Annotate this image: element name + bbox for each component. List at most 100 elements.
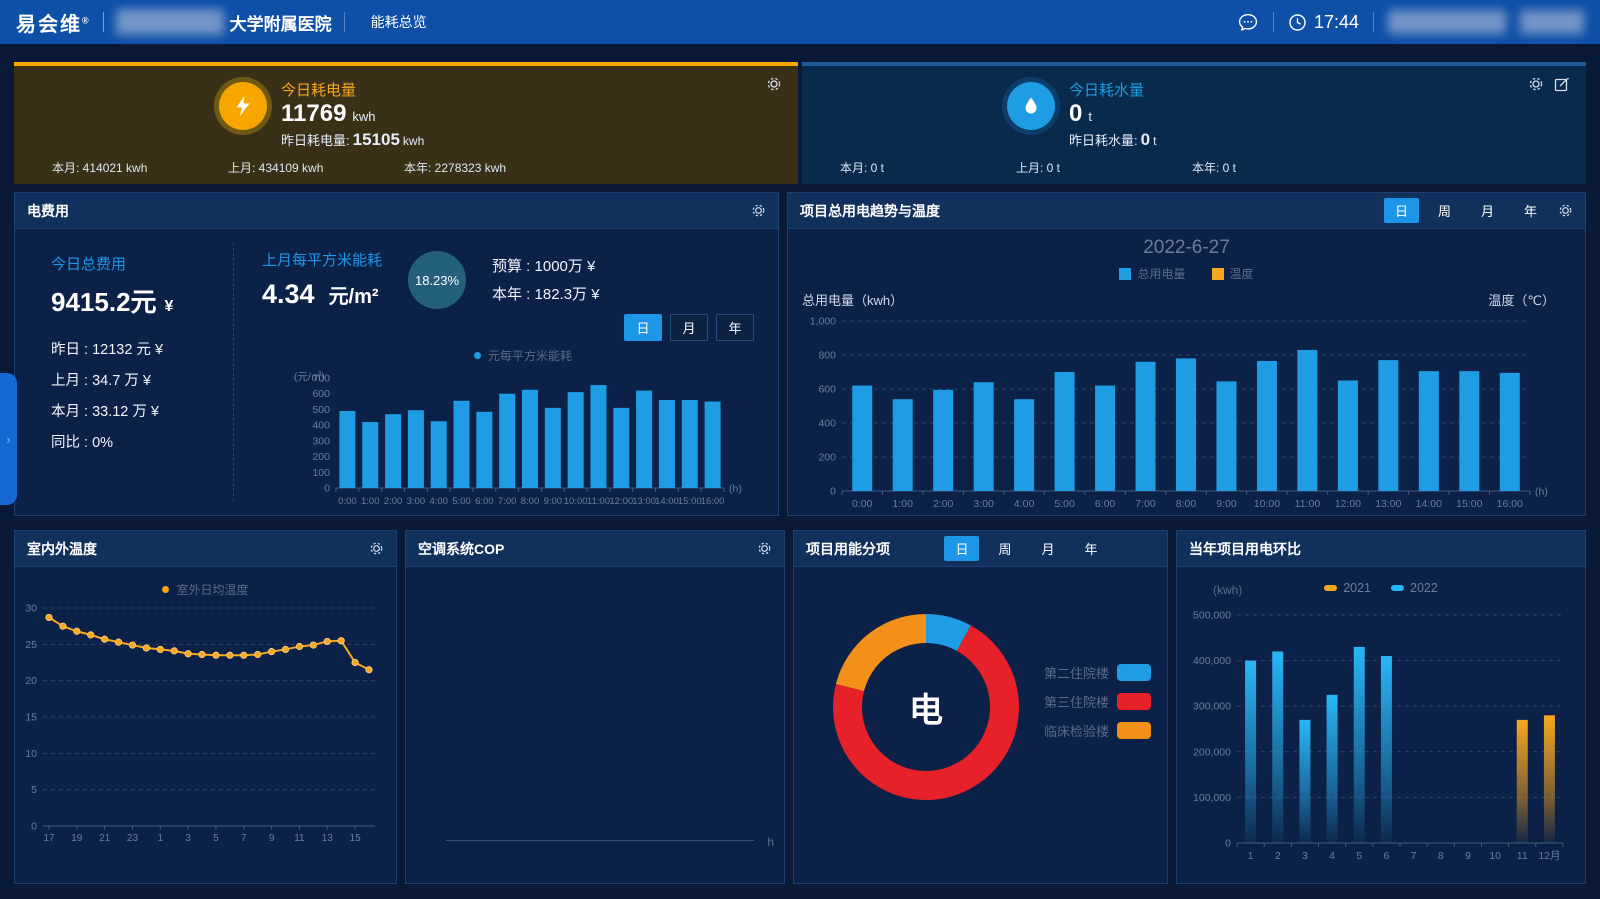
- legend-label: 第三住院楼: [1044, 692, 1109, 711]
- svg-text:4: 4: [1329, 850, 1335, 862]
- legend-item[interactable]: 第三住院楼: [1044, 692, 1151, 711]
- svg-text:5: 5: [1356, 850, 1362, 862]
- svg-text:7: 7: [1411, 850, 1417, 862]
- legend-label: 元每平方米能耗: [488, 347, 572, 364]
- divider: [103, 12, 104, 32]
- svg-text:3: 3: [1302, 850, 1308, 862]
- yoy-panel-title: 当年项目用电环比: [1189, 539, 1301, 559]
- temperature-panel-body: 室外日均温度 0510152025301719212313579111315: [15, 567, 396, 883]
- temperature-legend[interactable]: 室外日均温度: [15, 581, 396, 598]
- svg-text:5: 5: [31, 784, 37, 796]
- svg-text:8:00: 8:00: [1176, 498, 1197, 510]
- svg-text:5:00: 5:00: [1054, 498, 1075, 510]
- svg-text:10:00: 10:00: [1254, 498, 1280, 510]
- cost-today-label: 今日总费用: [51, 253, 233, 274]
- tab-week[interactable]: 周: [987, 536, 1022, 561]
- svg-text:1:00: 1:00: [361, 496, 380, 507]
- tab-day[interactable]: 日: [1384, 198, 1419, 223]
- legend-swatch: [1324, 585, 1337, 591]
- svg-text:14:00: 14:00: [1416, 498, 1442, 510]
- cost-chart-legend[interactable]: 元每平方米能耗: [288, 347, 758, 364]
- gear-icon[interactable]: [1528, 76, 1544, 92]
- svg-text:16:00: 16:00: [701, 496, 725, 507]
- tab-year[interactable]: 年: [1513, 198, 1548, 223]
- legend-item-2022[interactable]: 2022: [1391, 581, 1438, 595]
- svg-text:11: 11: [1517, 850, 1528, 862]
- summary-cards-row: 今日耗电量 11769kwh 昨日耗电量:15105kwh 本月: 414021…: [14, 62, 1586, 184]
- legend-label: 临床检验楼: [1044, 721, 1109, 740]
- cost-panel-header: 电费用: [15, 193, 778, 229]
- svg-text:20: 20: [25, 675, 37, 687]
- cost-today-number: 9415.2元: [51, 287, 157, 317]
- water-period-stats: 本月: 0 t 上月: 0 t 本年: 0 t: [840, 159, 1368, 176]
- svg-text:6:00: 6:00: [475, 496, 494, 507]
- svg-text:9: 9: [1465, 850, 1471, 862]
- svg-text:(h): (h): [1535, 486, 1548, 498]
- nav-menu-energy-overview[interactable]: 能耗总览: [371, 12, 427, 32]
- tab-day[interactable]: 日: [624, 314, 662, 341]
- svg-text:500: 500: [312, 404, 330, 416]
- budget-row: 预算 : 1000万 ¥: [492, 253, 600, 281]
- legend-item[interactable]: 第二住院楼: [1044, 663, 1151, 682]
- svg-text:17: 17: [43, 833, 55, 844]
- sqm-value: 4.34元/m²: [262, 279, 382, 310]
- sqm-number: 4.34: [262, 279, 315, 309]
- water-yesterday-unit: t: [1153, 134, 1156, 148]
- gear-icon[interactable]: [1558, 203, 1573, 218]
- tab-month[interactable]: 月: [1470, 198, 1505, 223]
- svg-text:8:00: 8:00: [521, 496, 540, 507]
- cost-bar-chart: 01002003004005006007000:001:002:003:004:…: [288, 364, 758, 519]
- chevron-right-icon: ›: [6, 432, 10, 447]
- gear-icon[interactable]: [369, 541, 384, 556]
- electric-card-title: 今日耗电量: [281, 79, 424, 100]
- yoy-panel-body: (kwh) 2021 2022 0100,000200,000300,00040…: [1177, 567, 1585, 883]
- legend-item-2021[interactable]: 2021: [1324, 581, 1371, 595]
- water-value-unit: t: [1088, 109, 1092, 124]
- electric-cost-panel: 电费用 今日总费用 9415.2元¥ 昨日 : 12132 元 ¥ 上月 : 3…: [14, 192, 779, 516]
- tab-year[interactable]: 年: [716, 314, 754, 341]
- gear-icon[interactable]: [766, 76, 782, 92]
- cost-panel-body: 今日总费用 9415.2元¥ 昨日 : 12132 元 ¥ 上月 : 34.7 …: [15, 229, 778, 519]
- budget-year-row: 本年 : 182.3万 ¥: [492, 281, 600, 309]
- water-card-texts: 今日耗水量 0t 昨日耗水量:0t: [1069, 79, 1156, 150]
- message-bubble-icon[interactable]: [1237, 11, 1259, 33]
- breakdown-panel: 项目用能分项 日 周 月 年 电 第二住: [793, 530, 1168, 884]
- current-time: 17:44: [1314, 12, 1359, 33]
- row-2: 电费用 今日总费用 9415.2元¥ 昨日 : 12132 元 ¥ 上月 : 3…: [14, 192, 1586, 516]
- cop-panel-body: h: [406, 567, 784, 883]
- gear-icon[interactable]: [757, 541, 772, 556]
- trend-chart-legend: 总用电量 温度: [788, 265, 1585, 282]
- svg-text:15:00: 15:00: [1456, 498, 1482, 510]
- svg-text:0: 0: [324, 483, 330, 495]
- water-yesterday-label: 昨日耗水量:: [1069, 133, 1138, 148]
- electric-yesterday-value: 15105: [353, 130, 400, 149]
- legend-item-temperature[interactable]: 温度: [1212, 265, 1254, 282]
- legend-swatch: [1119, 268, 1131, 280]
- legend-item-energy[interactable]: 总用电量: [1119, 265, 1185, 282]
- tab-day[interactable]: 日: [944, 536, 979, 561]
- donut-svg: [828, 609, 1024, 810]
- svg-text:3:00: 3:00: [407, 496, 426, 507]
- tab-week[interactable]: 周: [1427, 198, 1462, 223]
- svg-text:25: 25: [25, 639, 37, 651]
- svg-text:400: 400: [818, 418, 836, 430]
- side-drawer-handle[interactable]: ›: [0, 373, 17, 505]
- legend-label: 2021: [1343, 581, 1371, 595]
- electric-yesterday-unit: kwh: [403, 134, 424, 148]
- legend-item[interactable]: 临床检验楼: [1044, 721, 1151, 740]
- svg-text:15: 15: [350, 833, 362, 844]
- tab-year[interactable]: 年: [1074, 536, 1109, 561]
- svg-text:6: 6: [1383, 850, 1389, 862]
- gear-icon[interactable]: [751, 203, 766, 218]
- svg-text:800: 800: [818, 350, 836, 362]
- tab-month[interactable]: 月: [670, 314, 708, 341]
- svg-text:12:00: 12:00: [1335, 498, 1361, 510]
- water-card-main: 今日耗水量 0t 昨日耗水量:0t: [1007, 66, 1586, 150]
- edit-icon[interactable]: [1554, 76, 1570, 92]
- svg-text:8: 8: [1438, 850, 1444, 862]
- svg-text:13:00: 13:00: [632, 496, 656, 507]
- electric-card-main: 今日耗电量 11769kwh 昨日耗电量:15105kwh: [219, 66, 798, 150]
- cost-stat-this-month: 本月 : 33.12 万 ¥: [51, 397, 233, 428]
- trend-chart-date: 2022-6-27: [788, 237, 1585, 259]
- tab-month[interactable]: 月: [1031, 536, 1066, 561]
